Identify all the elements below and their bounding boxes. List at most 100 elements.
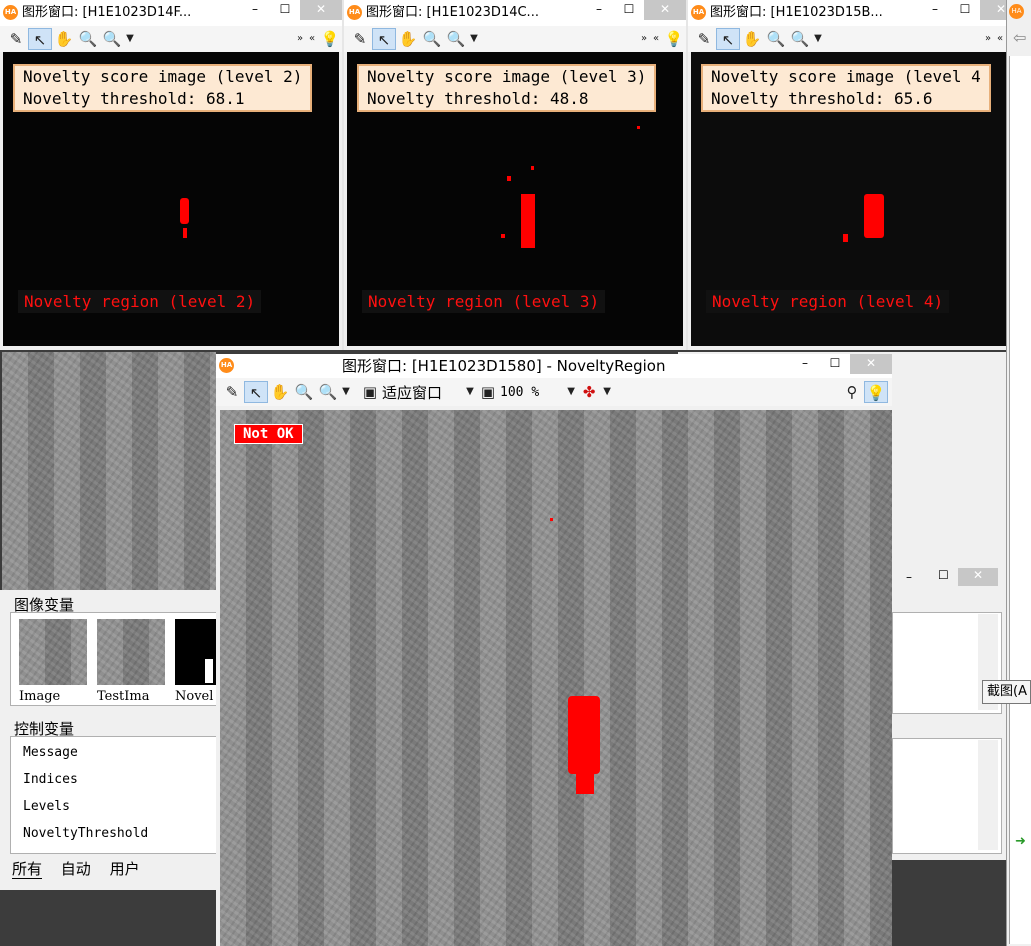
back-arrow-icon[interactable]: ⇦ [1013,28,1026,47]
zoom-icon[interactable]: 🔍 [316,381,340,403]
zoom-dropdown-icon[interactable]: ▼ [340,381,352,403]
maximize-icon[interactable]: ☐ [950,0,980,20]
image-thumbnail[interactable] [19,619,87,685]
zoom-percent-label[interactable]: 100 % [500,385,539,400]
edit-icon[interactable]: ✎ [220,381,244,403]
fit-dropdown-icon[interactable]: ▼ [464,381,476,403]
zoom-dropdown-icon[interactable]: ▼ [468,28,480,50]
window-toolbar: ✎ ↖ ✋ 🔍 🔍 ▼ ▣ 适应窗口 ▼ ▣ 100 % ▼ ✤ ▼ ⚲ 💡 [216,378,892,406]
lightbulb-icon[interactable]: 💡 [864,381,888,403]
expand-icon[interactable]: » [638,28,650,50]
novelty-region [507,176,511,181]
color-dropdown-icon[interactable]: ▼ [601,381,613,403]
minimize-icon[interactable]: – [790,354,820,374]
control-var-item[interactable]: Message [23,745,78,760]
edit-icon[interactable]: ✎ [4,28,28,50]
close-icon[interactable]: ✕ [958,568,998,586]
expand-icon[interactable]: » [294,28,306,50]
window-toolbar: ✎ ↖ ✋ 🔍 🔍 ▼ » « [688,26,1006,52]
graphics-window-level4[interactable]: HA 图形窗口: [H1E1023D15B... – ☐ ✕ ✎ ↖ ✋ 🔍 🔍… [688,0,1006,350]
minimize-icon[interactable]: – [920,0,950,20]
pointer-icon[interactable]: ↖ [28,28,52,50]
control-var-item[interactable]: Indices [23,772,78,787]
window-title: 图形窗口: [H1E1023D15B... [710,5,883,20]
pointer-icon[interactable]: ↖ [244,381,268,403]
tab-all[interactable]: 所有 [12,860,43,879]
threshold-text: Novelty threshold: 65.6 [711,89,933,108]
control-var-item[interactable]: NoveltyThreshold [23,826,148,841]
color-icon[interactable]: ✤ [577,381,601,403]
magnifier-icon[interactable]: 🔍 [764,28,788,50]
maximize-icon[interactable]: ☐ [614,0,644,20]
zoom-icon[interactable]: 🔍 [444,28,468,50]
region-label: Novelty region (level 3) [362,290,606,313]
halcon-app-icon: HA [1009,4,1024,19]
tab-auto[interactable]: 自动 [61,860,91,878]
hand-icon[interactable]: ✋ [268,381,292,403]
zoom-dropdown-icon[interactable]: ▼ [124,28,136,50]
collapse-icon[interactable]: « [994,28,1006,50]
lightbulb-icon[interactable]: 💡 [662,28,686,50]
hand-icon[interactable]: ✋ [396,28,420,50]
region-label: Novelty region (level 2) [18,290,262,313]
scrollbar[interactable] [978,740,998,850]
control-var-item[interactable]: Levels [23,799,70,814]
maximize-icon[interactable]: ☐ [820,354,850,374]
close-icon[interactable]: ✕ [980,0,1006,20]
zoom-icon[interactable]: 🔍 [100,28,124,50]
minimize-icon[interactable]: – [584,0,614,20]
close-icon[interactable]: ✕ [300,0,342,20]
image-canvas[interactable]: Novelty score image (level 4 Novelty thr… [691,52,1006,346]
expand-icon[interactable]: » [982,28,994,50]
graphics-window-level2[interactable]: HA 图形窗口: [H1E1023D14F... – ☐ ✕ ✎ ↖ ✋ 🔍 🔍… [0,0,342,350]
window-titlebar[interactable]: HA 图形窗口: [H1E1023D1580] - NoveltyRegion … [216,354,892,378]
hand-icon[interactable]: ✋ [52,28,76,50]
hand-icon[interactable]: ✋ [740,28,764,50]
control-variable-list: Message Indices Levels NoveltyThreshold [10,736,218,854]
novelty-region [501,234,505,238]
graphics-window-novelty-region[interactable]: HA 图形窗口: [H1E1023D1580] - NoveltyRegion … [216,354,892,946]
score-label: Novelty score image (level 2) Novelty th… [13,64,313,112]
maximize-icon[interactable]: ☐ [938,568,949,582]
zoom-icon[interactable]: 🔍 [788,28,812,50]
fit-window-icon[interactable]: ▣ [358,381,382,403]
window-titlebar[interactable]: HA 图形窗口: [H1E1023D14F... – ☐ ✕ [0,0,342,26]
minimize-icon[interactable]: – [906,570,912,584]
novelty-thumb-region [205,659,213,683]
halcon-app-icon: HA [219,358,234,373]
novelty-region [864,194,884,238]
maximize-icon[interactable]: ☐ [270,0,300,20]
collapse-icon[interactable]: « [650,28,662,50]
window-titlebar[interactable]: HA 图形窗口: [H1E1023D15B... – ☐ ✕ [688,0,1006,26]
image-variable-list: Image TestIma Novel [10,612,218,706]
zoom-percent-icon[interactable]: ▣ [476,381,500,403]
image-canvas[interactable]: Novelty score image (level 3) Novelty th… [347,52,683,346]
edit-icon[interactable]: ✎ [348,28,372,50]
score-label: Novelty score image (level 4 Novelty thr… [701,64,991,112]
window-title: 图形窗口: [H1E1023D1580] - NoveltyRegion [342,357,666,375]
zoom-percent-dropdown-icon[interactable]: ▼ [565,381,577,403]
minimize-icon[interactable]: – [240,0,270,20]
fit-window-label[interactable]: 适应窗口 [382,382,442,403]
image-canvas[interactable]: Novelty score image (level 2) Novelty th… [3,52,339,346]
image-var-name: Novel [175,689,214,704]
pointer-icon[interactable]: ↖ [716,28,740,50]
edit-icon[interactable]: ✎ [692,28,716,50]
window-titlebar[interactable]: HA 图形窗口: [H1E1023D14C... – ☐ ✕ [344,0,686,26]
magnifier-icon[interactable]: 🔍 [76,28,100,50]
magnifier-icon[interactable]: 🔍 [292,381,316,403]
zoom-dropdown-icon[interactable]: ▼ [812,28,824,50]
pointer-icon[interactable]: ↖ [372,28,396,50]
magnifier-icon[interactable]: 🔍 [420,28,444,50]
person-icon[interactable]: ⚲ [840,381,864,403]
novelty-thumbnail[interactable] [175,619,217,685]
close-icon[interactable]: ✕ [644,0,686,20]
image-canvas[interactable]: Not OK [220,410,892,946]
close-icon[interactable]: ✕ [850,354,892,374]
graphics-window-level3[interactable]: HA 图形窗口: [H1E1023D14C... – ☐ ✕ ✎ ↖ ✋ 🔍 🔍… [344,0,686,350]
lightbulb-icon[interactable]: 💡 [318,28,342,50]
tab-user[interactable]: 用户 [110,860,140,878]
testimage-thumbnail[interactable] [97,619,165,685]
collapse-icon[interactable]: « [306,28,318,50]
novelty-region [843,234,848,242]
